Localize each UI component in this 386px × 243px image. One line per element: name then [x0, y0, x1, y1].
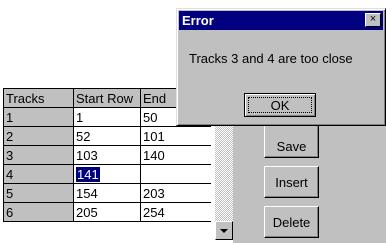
table-row: 2 52 101 — [3, 126, 211, 146]
row-header[interactable]: 1 — [3, 107, 74, 127]
arrow-down-icon — [220, 228, 228, 233]
row-header[interactable]: 5 — [3, 183, 74, 203]
column-header-tracks[interactable]: Tracks — [3, 88, 74, 108]
table-row: 5 154 203 — [3, 183, 211, 203]
insert-button[interactable]: Insert — [264, 166, 319, 198]
dialog-title: Error — [182, 13, 214, 28]
table-row: 4 141 — [3, 164, 211, 184]
row-header[interactable]: 4 — [3, 164, 74, 184]
row-header[interactable]: 2 — [3, 126, 74, 146]
ok-button[interactable]: OK — [244, 93, 316, 117]
start-row-cell-selected[interactable]: 141 — [73, 164, 141, 184]
end-row-cell[interactable] — [140, 164, 211, 184]
end-row-cell[interactable]: 254 — [140, 202, 211, 222]
delete-button[interactable]: Delete — [264, 206, 319, 238]
scroll-down-button[interactable] — [215, 221, 233, 240]
table-row: 3 103 140 — [3, 145, 211, 165]
ok-button-label: OK — [270, 98, 290, 113]
table-row: 6 205 254 — [3, 202, 211, 222]
start-row-cell[interactable]: 1 — [73, 107, 141, 127]
end-row-cell[interactable]: 203 — [140, 183, 211, 203]
selected-cell-text: 141 — [76, 166, 100, 182]
close-icon[interactable]: × — [365, 13, 381, 27]
error-dialog: Error × Tracks 3 and 4 are too close OK — [176, 8, 386, 126]
column-header-start-row[interactable]: Start Row — [73, 88, 141, 108]
start-row-cell[interactable]: 154 — [73, 183, 141, 203]
error-message: Tracks 3 and 4 are too close — [189, 51, 353, 66]
row-header[interactable]: 6 — [3, 202, 74, 222]
start-row-cell[interactable]: 103 — [73, 145, 141, 165]
dialog-title-bar[interactable]: Error × — [179, 11, 383, 30]
save-button[interactable]: Save — [264, 124, 319, 158]
start-row-cell[interactable]: 52 — [73, 126, 141, 146]
end-row-cell[interactable]: 101 — [140, 126, 211, 146]
row-header[interactable]: 3 — [3, 145, 74, 165]
start-row-cell[interactable]: 205 — [73, 202, 141, 222]
end-row-cell[interactable]: 140 — [140, 145, 211, 165]
